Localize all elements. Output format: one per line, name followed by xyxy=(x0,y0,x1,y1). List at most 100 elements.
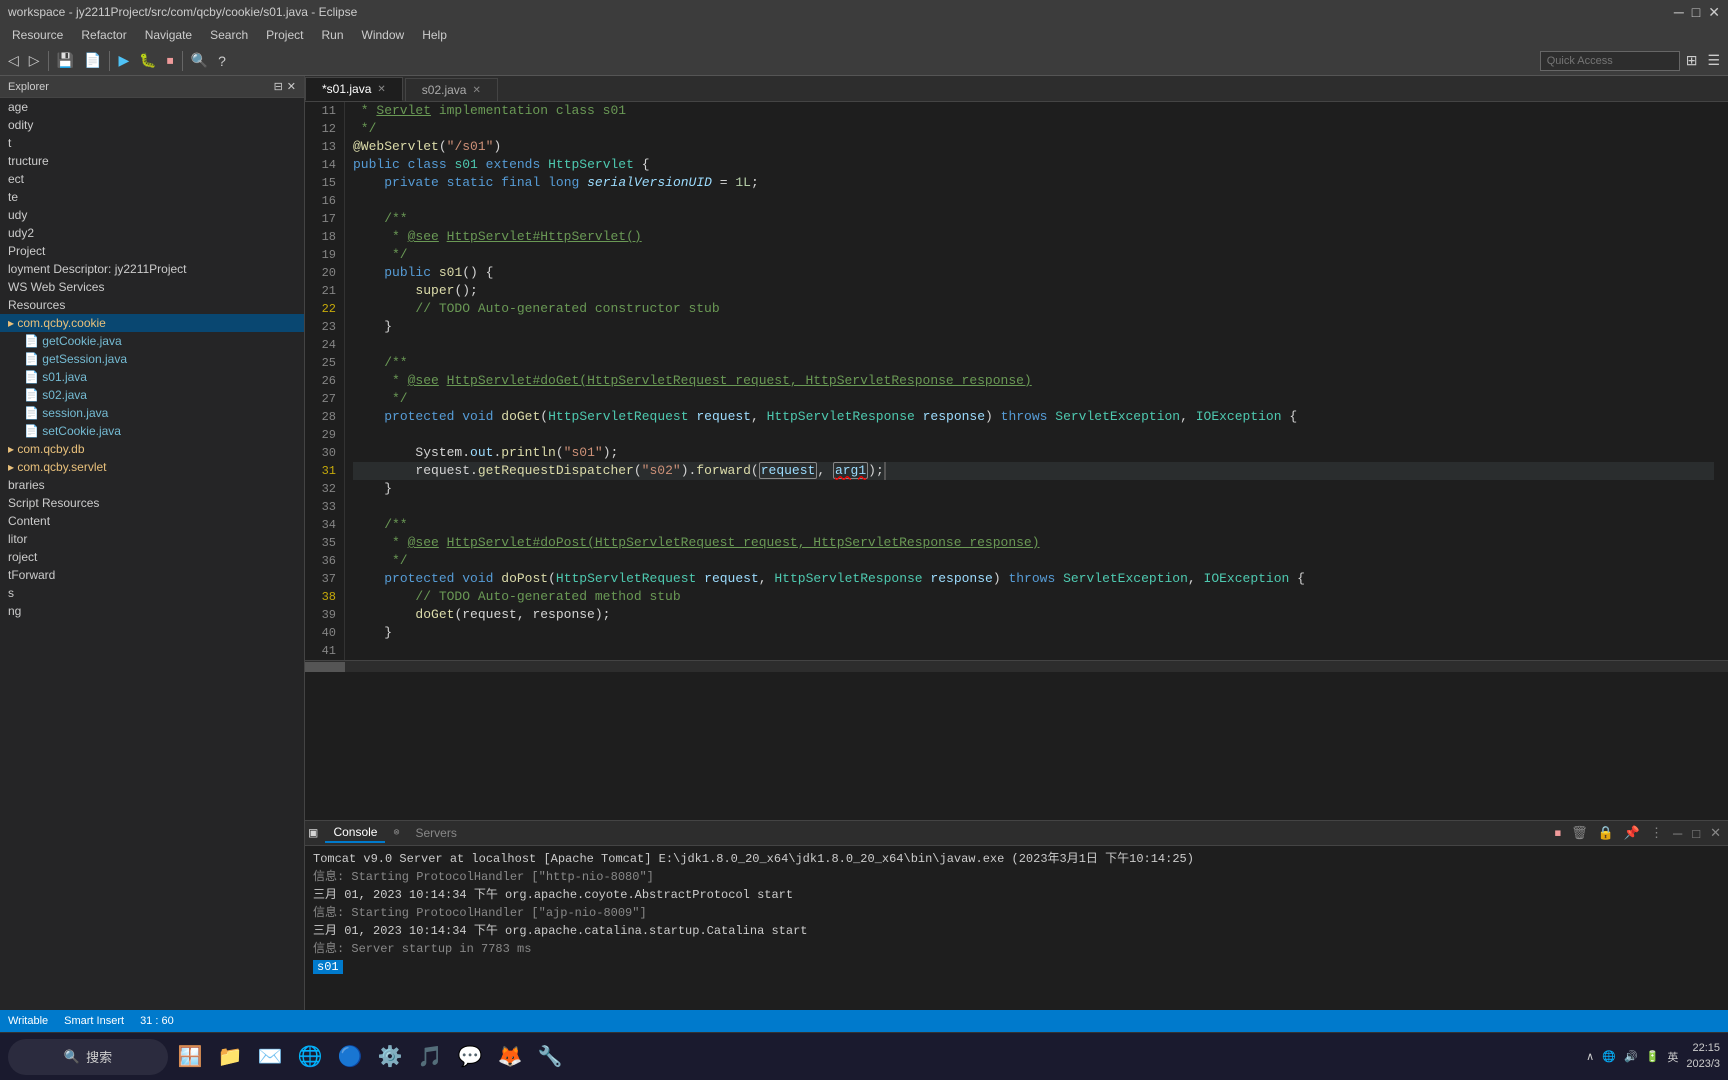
close-btn[interactable]: ✕ xyxy=(1708,4,1720,21)
sidebar-item-tructure[interactable]: tructure xyxy=(0,152,304,170)
sidebar-item-ng[interactable]: ng xyxy=(0,602,304,620)
tab-s01[interactable]: *s01.java ✕ xyxy=(305,77,403,101)
console-minimize-btn[interactable]: ─ xyxy=(1670,824,1685,842)
sidebar-item-odity[interactable]: odity xyxy=(0,116,304,134)
menu-search[interactable]: Search xyxy=(202,26,256,44)
sidebar-item-servlet-pkg[interactable]: ▸ com.qcby.servlet xyxy=(0,458,304,476)
console-pin-btn[interactable]: 📌 xyxy=(1621,824,1643,842)
tab-servers[interactable]: Servers xyxy=(408,824,465,842)
taskbar-app1-btn[interactable]: 🔵 xyxy=(332,1039,368,1075)
quick-access-input[interactable] xyxy=(1540,51,1680,71)
console-clear-btn[interactable]: 🗑 xyxy=(1568,824,1591,842)
taskbar-windows-btn[interactable]: 🪟 xyxy=(172,1039,208,1075)
sidebar-item-ect[interactable]: ect xyxy=(0,170,304,188)
console-menu-btn[interactable]: ⋮ xyxy=(1647,824,1666,842)
taskbar-app4-btn[interactable]: 💬 xyxy=(452,1039,488,1075)
sidebar-close-btn[interactable]: ✕ xyxy=(287,80,296,93)
menu-refactor[interactable]: Refactor xyxy=(73,26,134,44)
sidebar-collapse-btn[interactable]: ⊟ xyxy=(274,80,283,93)
ln-41: 41 xyxy=(309,642,336,660)
line-numbers: 11 12 13 14 15 16 17 18 19 20 21 22 23 2… xyxy=(305,102,345,660)
taskbar-chevron-icon[interactable]: ∧ xyxy=(1586,1050,1594,1063)
sidebar-item-s01[interactable]: 📄 s01.java xyxy=(0,368,304,386)
code-line-21: super(); xyxy=(353,282,1714,300)
toolbar-debug-btn[interactable]: 🐛 xyxy=(135,50,160,71)
taskbar-edge-btn[interactable]: 🌐 xyxy=(292,1039,328,1075)
toolbar-search-btn[interactable]: 🔍 xyxy=(187,50,212,71)
menu-window[interactable]: Window xyxy=(354,26,413,44)
sidebar-item-s[interactable]: s xyxy=(0,584,304,602)
sidebar-item-getcookie[interactable]: 📄 getCookie.java xyxy=(0,332,304,350)
menu-resource[interactable]: Resource xyxy=(4,26,71,44)
console-close-btn[interactable]: ✕ xyxy=(1707,824,1724,842)
taskbar-battery-icon[interactable]: 🔋 xyxy=(1646,1050,1660,1063)
taskbar-network-icon[interactable]: 🌐 xyxy=(1602,1050,1616,1063)
sidebar-item-session[interactable]: 📄 session.java xyxy=(0,404,304,422)
code-line-31: request.getRequestDispatcher("s02").forw… xyxy=(353,462,1714,480)
sidebar-item-te[interactable]: te xyxy=(0,188,304,206)
sidebar-item-ws[interactable]: WS Web Services xyxy=(0,278,304,296)
toolbar-view-btn[interactable]: ☰ xyxy=(1703,50,1724,71)
toolbar-stop-btn[interactable]: ⏹ xyxy=(163,50,178,71)
sidebar-item-resources[interactable]: Resources xyxy=(0,296,304,314)
tab-s02[interactable]: s02.java ✕ xyxy=(405,78,498,101)
ln-26: 26 xyxy=(309,372,336,390)
sidebar-item-project[interactable]: Project xyxy=(0,242,304,260)
code-editor[interactable]: 11 12 13 14 15 16 17 18 19 20 21 22 23 2… xyxy=(305,102,1728,820)
sidebar-item-udy2[interactable]: udy2 xyxy=(0,224,304,242)
toolbar-forward-btn[interactable]: ▷ xyxy=(25,50,44,71)
toolbar-perspective-btn[interactable]: ⊞ xyxy=(1682,50,1702,71)
toolbar-help-btn[interactable]: ? xyxy=(214,51,230,71)
menu-help[interactable]: Help xyxy=(414,26,455,44)
sidebar-item-udy[interactable]: udy xyxy=(0,206,304,224)
sidebar-item-getsession[interactable]: 📄 getSession.java xyxy=(0,350,304,368)
window-controls[interactable]: ─ □ ✕ xyxy=(1674,4,1720,21)
sidebar-item-content[interactable]: Content xyxy=(0,512,304,530)
sidebar-item-setcookie[interactable]: 📄 setCookie.java xyxy=(0,422,304,440)
taskbar-app3-btn[interactable]: 🎵 xyxy=(412,1039,448,1075)
taskbar-search-widget[interactable]: 🔍 搜索 xyxy=(8,1039,168,1075)
tab-s01-label: *s01.java xyxy=(322,82,371,96)
sidebar-content: age odity t tructure ect te udy udy2 Pro… xyxy=(0,98,304,1010)
sidebar-item-script[interactable]: Script Resources xyxy=(0,494,304,512)
menu-project[interactable]: Project xyxy=(258,26,311,44)
sidebar-item-db-pkg[interactable]: ▸ com.qcby.db xyxy=(0,440,304,458)
console-stop-btn[interactable]: ⏹ xyxy=(1552,824,1565,842)
tab-console[interactable]: Console xyxy=(325,823,385,843)
tab-s02-close[interactable]: ✕ xyxy=(472,85,480,96)
taskbar-app5-btn[interactable]: 🦊 xyxy=(492,1039,528,1075)
status-writable[interactable]: Writable xyxy=(8,1015,48,1027)
taskbar-clock[interactable]: 22:15 2023/3 xyxy=(1686,1041,1720,1072)
ln-21: 21 xyxy=(309,282,336,300)
taskbar-app2-btn[interactable]: ⚙️ xyxy=(372,1039,408,1075)
sidebar-item-t[interactable]: t xyxy=(0,134,304,152)
sidebar-item-litor[interactable]: litor xyxy=(0,530,304,548)
toolbar-run-btn[interactable]: ▶ xyxy=(114,50,133,71)
taskbar-app6-btn[interactable]: 🔧 xyxy=(532,1039,568,1075)
sidebar-item-libraries[interactable]: braries xyxy=(0,476,304,494)
console-scroll-lock-btn[interactable]: 🔒 xyxy=(1595,824,1617,842)
sidebar-item-age[interactable]: age xyxy=(0,98,304,116)
sidebar-item-tforward[interactable]: tForward xyxy=(0,566,304,584)
status-insert-mode[interactable]: Smart Insert xyxy=(64,1015,124,1027)
sidebar-item-roject[interactable]: roject xyxy=(0,548,304,566)
toolbar-save-btn[interactable]: 💾 xyxy=(53,50,78,71)
menu-run[interactable]: Run xyxy=(313,26,351,44)
menu-navigate[interactable]: Navigate xyxy=(137,26,200,44)
toolbar: ◁ ▷ 💾 📄 ▶ 🐛 ⏹ 🔍 ? ⊞ ☰ xyxy=(0,46,1728,76)
sidebar-item-s02[interactable]: 📄 s02.java xyxy=(0,386,304,404)
horizontal-scrollbar[interactable] xyxy=(305,660,1728,672)
tab-s01-close[interactable]: ✕ xyxy=(377,84,385,95)
maximize-btn[interactable]: □ xyxy=(1692,4,1700,21)
code-line-15: private static final long serialVersionU… xyxy=(353,174,1714,192)
minimize-btn[interactable]: ─ xyxy=(1674,4,1684,21)
taskbar-mail-btn[interactable]: ✉️ xyxy=(252,1039,288,1075)
toolbar-save-all-btn[interactable]: 📄 xyxy=(80,50,105,71)
sidebar-item-cookie-pkg[interactable]: ▸ com.qcby.cookie xyxy=(0,314,304,332)
status-position[interactable]: 31 : 60 xyxy=(140,1015,174,1027)
taskbar-sound-icon[interactable]: 🔊 xyxy=(1624,1050,1638,1063)
sidebar-item-deployment[interactable]: loyment Descriptor: jy2211Project xyxy=(0,260,304,278)
taskbar-explorer-btn[interactable]: 📁 xyxy=(212,1039,248,1075)
console-maximize-btn[interactable]: □ xyxy=(1689,824,1703,842)
toolbar-back-btn[interactable]: ◁ xyxy=(4,50,23,71)
